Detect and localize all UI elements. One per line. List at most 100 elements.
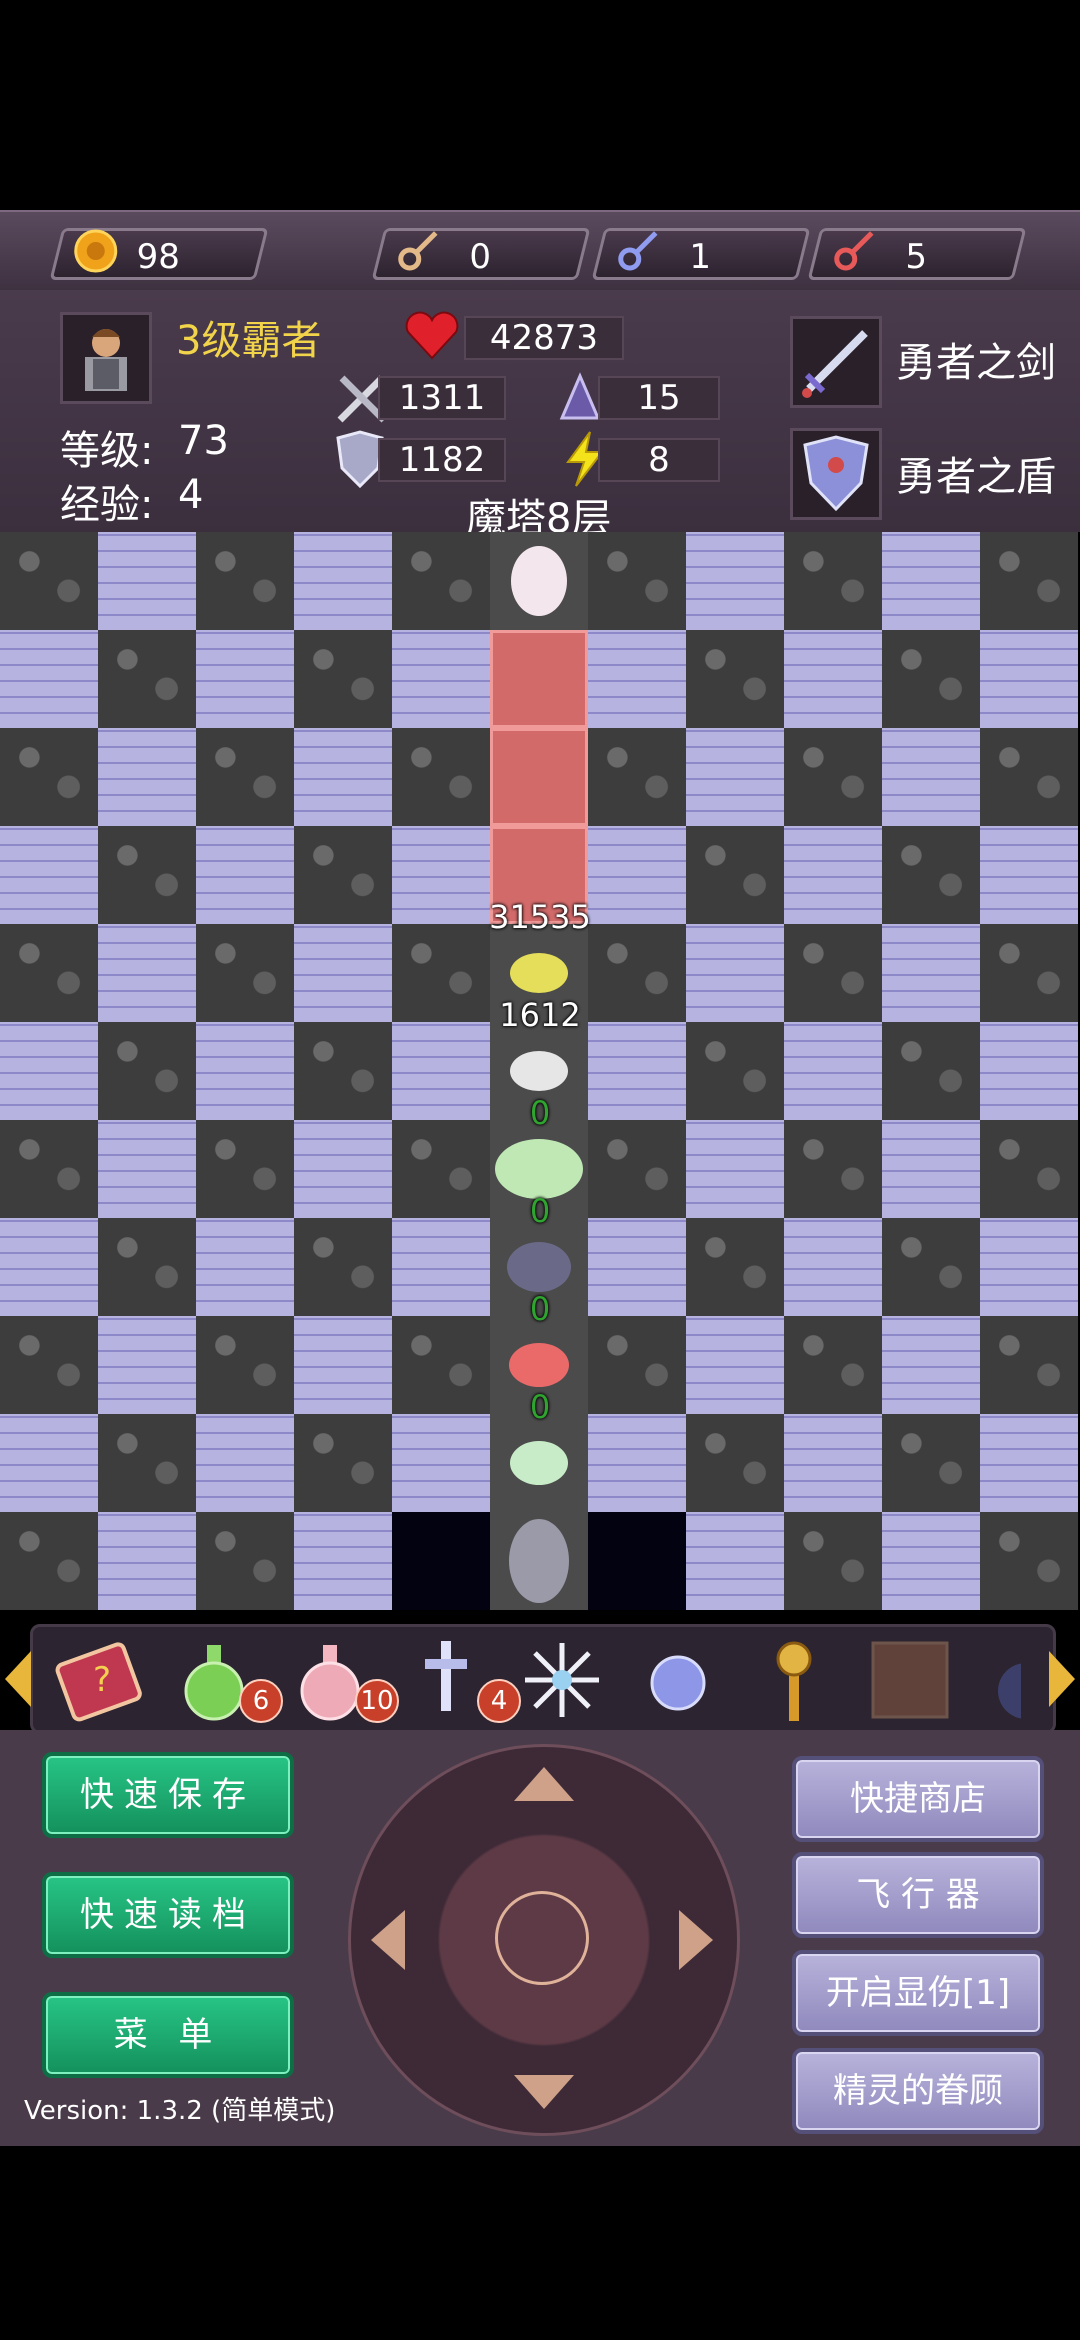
floor-tile <box>784 826 882 924</box>
red-door-tile <box>490 728 588 826</box>
wall-tile <box>588 924 686 1022</box>
weapon-slot <box>790 316 882 408</box>
wall-tile <box>980 1120 1078 1218</box>
wall-tile <box>196 728 294 826</box>
crystal-orb-icon[interactable] <box>633 1635 723 1725</box>
floor-tile <box>294 1316 392 1414</box>
floor-tile <box>196 630 294 728</box>
floor-tile <box>882 924 980 1022</box>
fairy-blessing-button[interactable]: 精灵的眷顾 <box>792 2048 1044 2134</box>
floor-tile <box>980 630 1078 728</box>
resource-bar: 98 0 1 5 <box>0 210 1080 292</box>
floor-tile <box>588 630 686 728</box>
item-bar: ? 6 10 4 <box>5 1624 1075 1734</box>
red-door-tile <box>490 630 588 728</box>
green-slime-king-icon <box>495 1139 583 1199</box>
floor-tile <box>784 1022 882 1120</box>
direction-pad[interactable] <box>348 1744 740 2136</box>
floor-tile <box>980 826 1078 924</box>
floor-tile <box>98 924 196 1022</box>
wall-tile <box>686 1414 784 1512</box>
floor-tile <box>882 1316 980 1414</box>
armor-name: 勇者之盾 <box>896 454 1056 500</box>
wall-tile <box>392 532 490 630</box>
gold-value: 98 <box>136 237 180 277</box>
hero-avatar <box>60 312 152 404</box>
wall-tile <box>588 532 686 630</box>
monster-book-icon[interactable]: ? <box>53 1635 143 1725</box>
hero-sprite-icon <box>509 1519 569 1603</box>
floor-tile <box>98 1316 196 1414</box>
up-arrow-icon[interactable] <box>514 1767 574 1801</box>
snowflake-icon[interactable] <box>517 1635 607 1725</box>
menu-button[interactable]: 菜 单 <box>42 1992 294 2078</box>
yellow-slime-icon <box>510 953 568 993</box>
wall-tile <box>784 728 882 826</box>
wall-tile <box>0 728 98 826</box>
floor-tile <box>98 728 196 826</box>
blue-key-value: 1 <box>689 237 712 277</box>
floor-tile <box>294 532 392 630</box>
green-mob-damage: 0 <box>529 1192 551 1230</box>
fly-button[interactable]: 飞 行 器 <box>792 1852 1044 1938</box>
dark-potion-icon[interactable] <box>981 1635 1021 1725</box>
down-arrow-icon[interactable] <box>514 2075 574 2109</box>
floor-tile <box>98 1120 196 1218</box>
floor-tile <box>294 1512 392 1610</box>
golden-staff-icon[interactable] <box>749 1635 839 1725</box>
wall-tile <box>392 1120 490 1218</box>
floor-tile <box>392 630 490 728</box>
wall-tile <box>980 532 1078 630</box>
holy-sword-icon[interactable] <box>401 1635 491 1725</box>
wall-tile <box>294 630 392 728</box>
armor-slot <box>790 428 882 520</box>
floor-tile <box>294 924 392 1022</box>
hero-shield-icon <box>803 435 869 512</box>
quick-shop-button[interactable]: 快捷商店 <box>792 1756 1044 1842</box>
red-slime-icon <box>509 1343 569 1387</box>
center-button[interactable] <box>495 1891 589 1985</box>
quick-load-button[interactable]: 快速读档 <box>42 1872 294 1958</box>
wall-tile <box>98 1218 196 1316</box>
wall-tile <box>196 532 294 630</box>
floor-tile <box>0 826 98 924</box>
hero-title: 3级霸者 <box>176 318 322 364</box>
floor-tile <box>588 1218 686 1316</box>
wall-tile <box>882 1414 980 1512</box>
floor-tile <box>686 532 784 630</box>
wall-tile <box>392 1316 490 1414</box>
wall-tile <box>98 1414 196 1512</box>
right-arrow-icon[interactable] <box>679 1910 713 1970</box>
item-scroll-right-icon[interactable] <box>1049 1651 1075 1707</box>
floor-tile <box>294 728 392 826</box>
red-mob-damage: 0 <box>529 1388 551 1426</box>
wall-tile <box>392 924 490 1022</box>
hero-status-panel: 3级霸者 等级: 73 经验: 4 42873 1311 15 1182 8 魔… <box>0 290 1080 542</box>
wall-tile <box>784 1120 882 1218</box>
item-scroll-left-icon[interactable] <box>5 1651 31 1707</box>
wall-tile <box>882 1022 980 1120</box>
quick-save-button[interactable]: 快速保存 <box>42 1752 294 1838</box>
floor-tile <box>686 1120 784 1218</box>
dark-mob-damage: 0 <box>529 1290 551 1328</box>
wall-tile <box>588 1120 686 1218</box>
damage-display-button[interactable]: 开启显伤[1] <box>792 1950 1044 2036</box>
pink-potion-count: 10 <box>355 1679 399 1723</box>
tower-map[interactable] <box>0 532 1080 1610</box>
floor-tile <box>98 1512 196 1610</box>
wall-tile <box>196 1120 294 1218</box>
red-door-item-icon[interactable] <box>865 1635 955 1725</box>
wall-tile <box>98 826 196 924</box>
floor-tile <box>686 1512 784 1610</box>
level-value: 73 <box>178 418 229 464</box>
floor-tile <box>980 1414 1078 1512</box>
level-label: 等级: <box>60 428 154 474</box>
left-arrow-icon[interactable] <box>371 1910 405 1970</box>
wall-tile <box>0 1120 98 1218</box>
attack-value: 1311 <box>378 376 506 420</box>
wall-tile <box>588 728 686 826</box>
floor-tile <box>784 1218 882 1316</box>
floor-tile <box>686 1316 784 1414</box>
hero-sword-icon <box>802 330 868 398</box>
wall-tile <box>686 630 784 728</box>
